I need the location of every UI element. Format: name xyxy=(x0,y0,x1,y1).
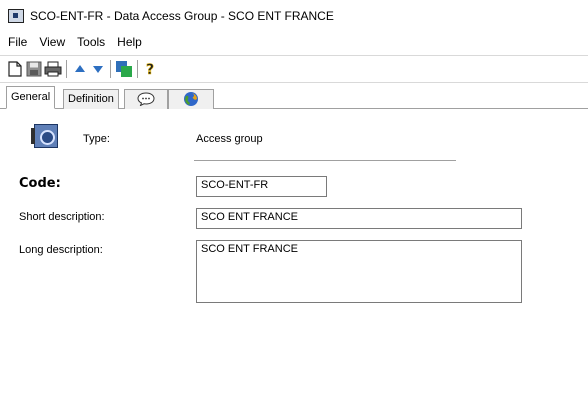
save-icon[interactable] xyxy=(25,60,43,78)
up-arrow-icon[interactable] xyxy=(71,60,89,78)
toolbar: ? xyxy=(0,55,588,83)
code-field[interactable]: SCO-ENT-FR xyxy=(196,176,327,197)
toolbar-separator xyxy=(137,60,138,78)
divider xyxy=(194,160,456,161)
long-description-label: Long description: xyxy=(19,244,103,256)
new-document-icon[interactable] xyxy=(6,60,24,78)
tab-general-label: General xyxy=(11,91,51,103)
tab-definition[interactable]: Definition xyxy=(63,89,119,109)
app-icon xyxy=(8,8,24,23)
menu-tools[interactable]: Tools xyxy=(71,35,111,49)
comment-icon xyxy=(137,92,155,107)
svg-text:?: ? xyxy=(146,62,154,77)
general-panel: Type: Access group Code: SCO-ENT-FR Shor… xyxy=(0,109,588,410)
menu-file[interactable]: File xyxy=(0,35,33,49)
toolbar-separator xyxy=(66,60,67,78)
access-group-icon xyxy=(31,124,58,148)
toolbar-separator xyxy=(110,60,111,78)
print-icon[interactable] xyxy=(44,60,62,78)
long-description-field[interactable]: SCO ENT FRANCE xyxy=(196,240,522,303)
short-description-field[interactable]: SCO ENT FRANCE xyxy=(196,208,522,229)
tab-general[interactable]: General xyxy=(6,86,56,109)
menu-bar: File View Tools Help xyxy=(0,31,588,53)
help-icon[interactable]: ? xyxy=(142,60,160,78)
globe-icon xyxy=(184,92,198,106)
title-bar: SCO-ENT-FR - Data Access Group - SCO ENT… xyxy=(0,0,588,31)
transfer-icon[interactable] xyxy=(115,60,133,78)
down-arrow-icon[interactable] xyxy=(89,60,107,78)
menu-help[interactable]: Help xyxy=(111,35,148,49)
type-value: Access group xyxy=(196,133,263,145)
tab-translations[interactable] xyxy=(168,89,214,109)
tab-definition-label: Definition xyxy=(68,93,114,105)
type-label: Type: xyxy=(83,133,110,145)
code-label: Code: xyxy=(19,176,61,191)
tab-strip: General Definition xyxy=(0,85,588,109)
menu-view[interactable]: View xyxy=(33,35,71,49)
window-title: SCO-ENT-FR - Data Access Group - SCO ENT… xyxy=(30,8,334,23)
short-description-label: Short description: xyxy=(19,211,105,223)
tab-comments[interactable] xyxy=(124,89,168,109)
